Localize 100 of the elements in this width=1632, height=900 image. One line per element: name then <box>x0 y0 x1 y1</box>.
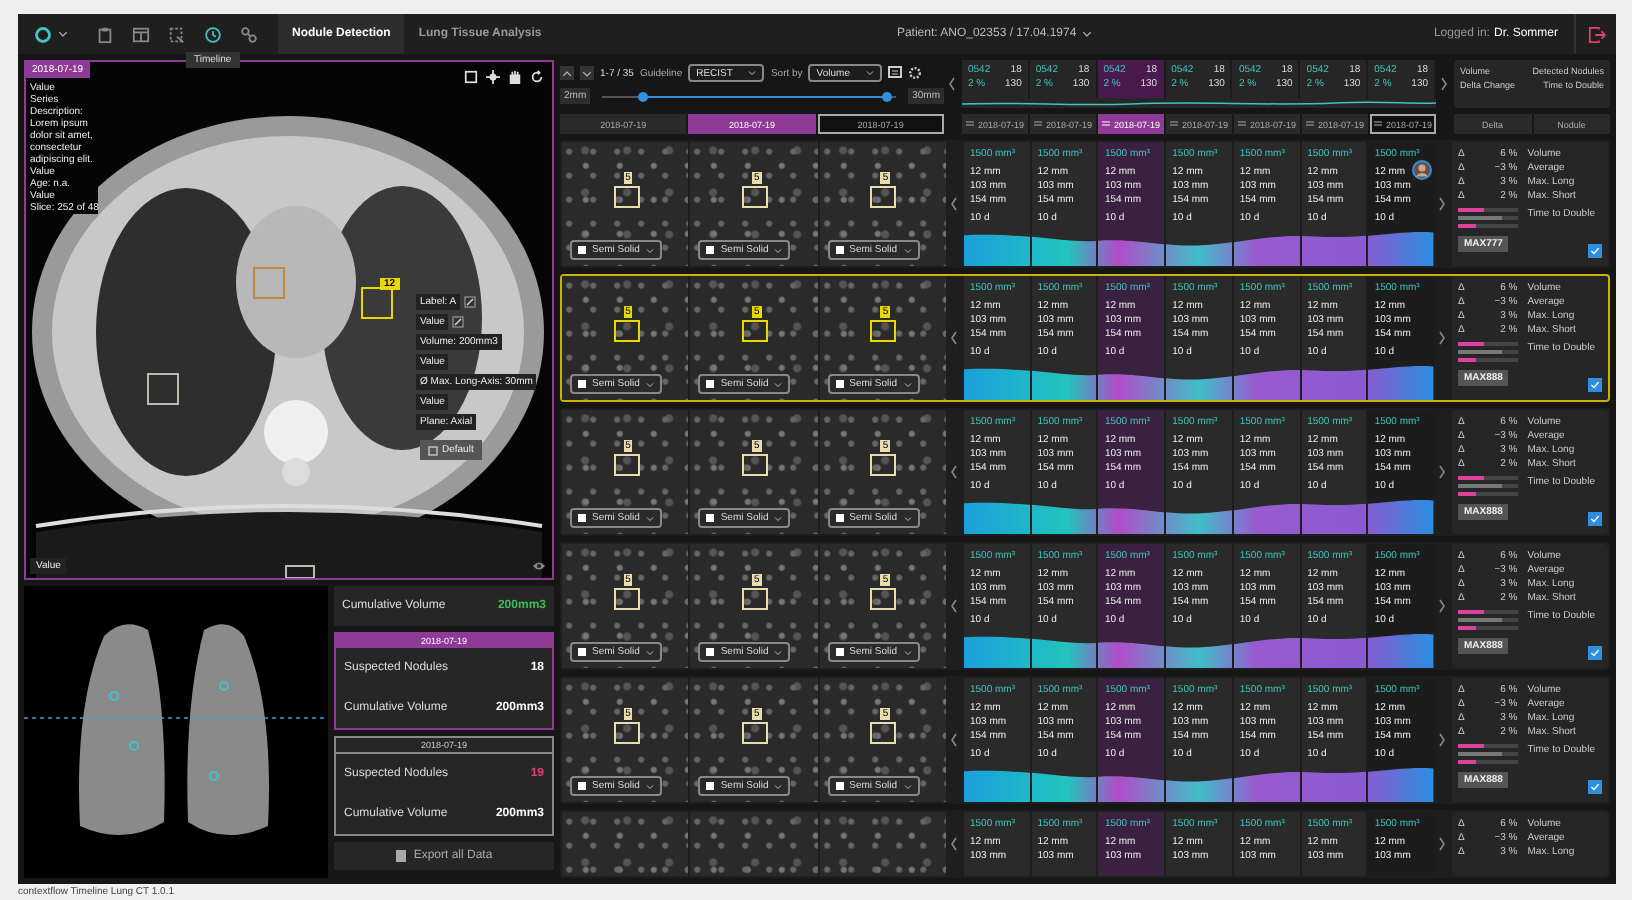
chevron-left-icon[interactable] <box>950 330 958 346</box>
logo-icon[interactable] <box>34 25 52 43</box>
nodule-marker <box>613 454 640 476</box>
caret-icon <box>903 649 912 655</box>
volume-trend-drawing <box>1031 767 1097 802</box>
edit-icon[interactable] <box>452 316 465 328</box>
chevron-right-icon[interactable] <box>1438 330 1446 346</box>
window-icon[interactable] <box>132 25 150 43</box>
nodule-row[interactable] <box>560 542 1610 670</box>
ct-thumbnail[interactable] <box>562 812 689 876</box>
caret-icon <box>903 783 912 789</box>
nodule-marker <box>613 186 640 208</box>
chevron-right-icon[interactable] <box>1440 76 1448 92</box>
drag-handle-icon[interactable] <box>1237 120 1246 128</box>
caret-icon <box>58 30 68 38</box>
chevron-right-icon[interactable] <box>1438 598 1446 614</box>
crosshair-icon[interactable] <box>486 70 500 84</box>
nodule-row[interactable] <box>560 140 1610 268</box>
slider-thumb[interactable] <box>882 91 893 101</box>
crop-icon[interactable] <box>464 70 478 84</box>
nodule-marker[interactable] <box>253 267 285 299</box>
nodule-marker <box>741 454 768 476</box>
caret-icon <box>645 783 654 789</box>
clipboard-icon[interactable] <box>96 25 114 43</box>
volume-trend-drawing <box>1368 365 1435 400</box>
hand-icon[interactable] <box>508 70 522 84</box>
volume-trend-drawing <box>1233 767 1300 802</box>
ct-thumbnail[interactable] <box>690 812 818 876</box>
chevron-left-icon[interactable] <box>950 732 958 748</box>
volume-trend-drawing <box>964 231 1030 266</box>
volume-trend-drawing <box>964 365 1030 400</box>
document-icon <box>395 850 406 862</box>
nodule-marker <box>741 320 768 342</box>
chevron-right-icon[interactable] <box>1438 464 1446 480</box>
drag-handle-icon[interactable] <box>965 120 974 128</box>
gear-icon[interactable] <box>907 66 922 80</box>
previous-button[interactable] <box>560 66 574 80</box>
volume-trend-drawing <box>1031 365 1097 400</box>
nodule-marker <box>741 722 768 744</box>
caret-icon <box>645 649 654 655</box>
volume-trend-drawing <box>1368 499 1435 534</box>
logout-icon[interactable] <box>1587 25 1605 43</box>
chevron-left-icon[interactable] <box>948 76 956 92</box>
ct-thumbnail[interactable] <box>819 812 946 876</box>
nodule-marker <box>613 588 640 610</box>
chat-icon[interactable] <box>887 66 902 80</box>
nodule-row[interactable] <box>560 676 1610 804</box>
drag-handle-icon[interactable] <box>1033 120 1042 128</box>
caret-icon <box>748 70 757 76</box>
reset-icon[interactable] <box>530 70 544 84</box>
nodule-marker <box>741 186 768 208</box>
nodule-marker[interactable] <box>147 373 179 405</box>
checkbox[interactable] <box>1588 378 1602 392</box>
volume-trend-drawing <box>1301 633 1367 668</box>
nodes-icon[interactable] <box>240 25 258 43</box>
chevron-left-icon[interactable] <box>950 598 958 614</box>
caret-icon <box>903 515 912 521</box>
square-icon <box>428 445 438 455</box>
chevron-right-icon[interactable] <box>1438 196 1446 212</box>
nodule-marker <box>613 722 640 744</box>
edit-icon[interactable] <box>464 296 477 308</box>
volume-trend-drawing <box>1233 633 1300 668</box>
eye-icon[interactable] <box>532 560 546 572</box>
nodule-marker <box>870 320 897 342</box>
volume-trend-drawing <box>1031 499 1097 534</box>
checkbox[interactable] <box>1588 780 1602 794</box>
nodule-marker <box>870 186 897 208</box>
chevron-left-icon[interactable] <box>950 836 958 852</box>
checkbox[interactable] <box>1588 244 1602 258</box>
drag-handle-icon[interactable] <box>1169 120 1178 128</box>
nodule-row[interactable] <box>560 408 1610 536</box>
slider-thumb[interactable] <box>638 91 649 101</box>
volume-trend-drawing <box>1233 365 1300 400</box>
volume-trend-drawing <box>1233 231 1300 266</box>
chevron-left-icon[interactable] <box>950 464 958 480</box>
caret-icon <box>865 70 874 76</box>
drag-handle-icon[interactable] <box>1373 120 1382 128</box>
volume-trend-drawing <box>1031 231 1097 266</box>
drag-handle-icon[interactable] <box>1305 120 1314 128</box>
nodule-marker <box>870 722 897 744</box>
chevron-right-icon[interactable] <box>1438 732 1446 748</box>
clock-icon[interactable] <box>204 25 222 43</box>
volume-trend-drawing <box>1301 499 1367 534</box>
checkbox[interactable] <box>1588 646 1602 660</box>
nodule-row[interactable] <box>560 274 1610 402</box>
volume-trend-drawing <box>1031 633 1097 668</box>
caret-icon <box>774 381 783 387</box>
volume-trend-drawing <box>964 767 1030 802</box>
caret-icon <box>645 381 654 387</box>
next-button[interactable] <box>580 66 594 80</box>
nodule-marker[interactable] <box>285 565 315 578</box>
chevron-right-icon[interactable] <box>1438 836 1446 852</box>
volume-trend-drawing <box>1368 633 1435 668</box>
nodule-marker[interactable] <box>361 287 393 319</box>
image-icon[interactable] <box>168 25 186 43</box>
volume-trend-drawing <box>1301 767 1367 802</box>
nodule-marker <box>870 588 897 610</box>
caret-icon <box>774 783 783 789</box>
checkbox[interactable] <box>1588 512 1602 526</box>
chevron-left-icon[interactable] <box>950 196 958 212</box>
